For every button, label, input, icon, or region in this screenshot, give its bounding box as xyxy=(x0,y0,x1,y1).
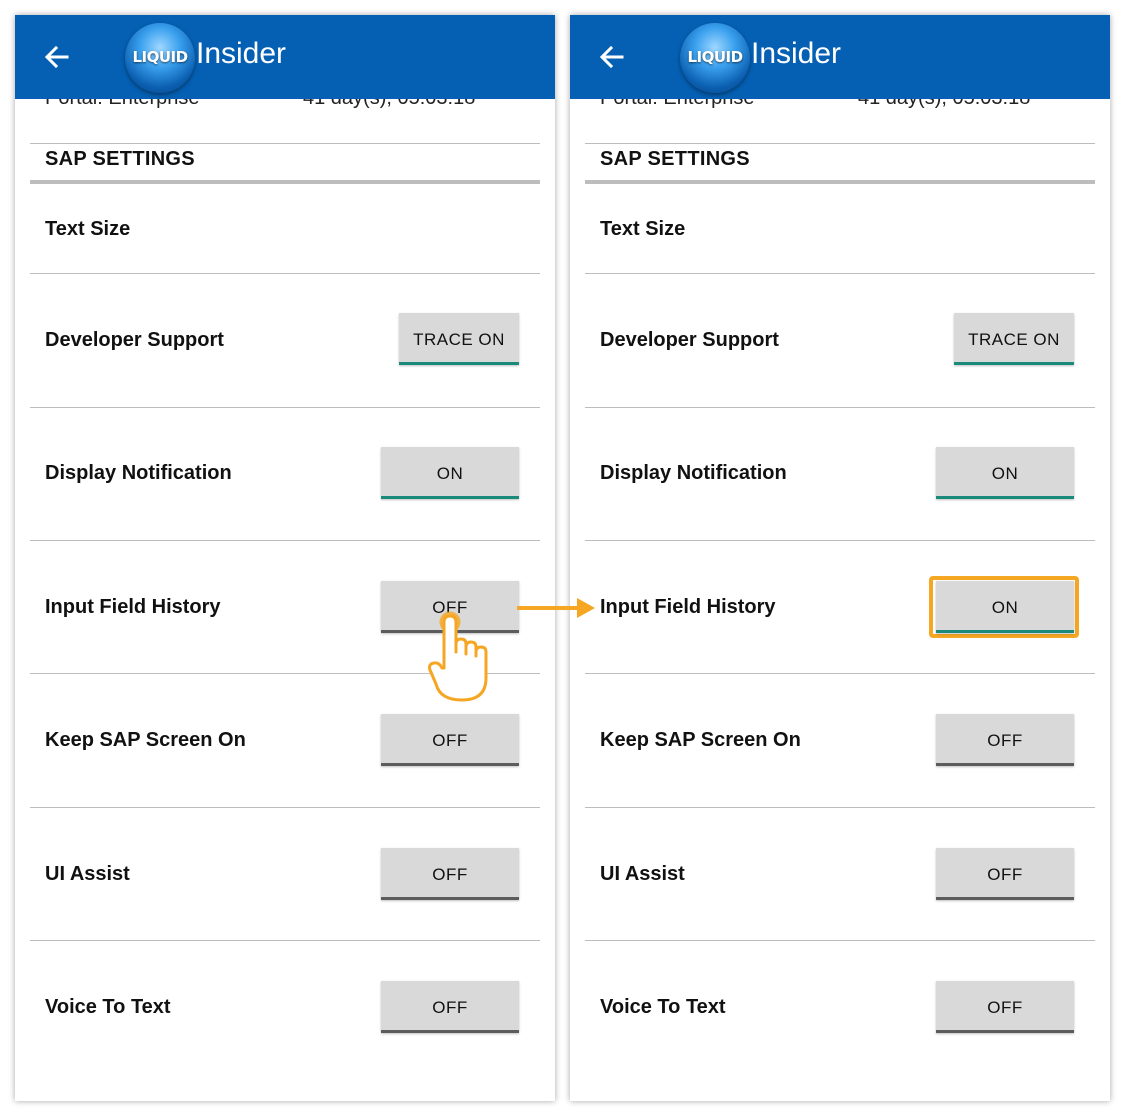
app-bar: LIQUID Insider xyxy=(570,15,1110,99)
keep-screen-on-toggle[interactable]: OFF xyxy=(936,714,1074,766)
divider xyxy=(585,143,1095,144)
keep-screen-on-toggle[interactable]: OFF xyxy=(381,714,519,766)
divider xyxy=(585,673,1095,674)
voice-to-text-label: Voice To Text xyxy=(45,996,171,1018)
display-notification-label: Display Notification xyxy=(600,462,787,484)
divider xyxy=(585,807,1095,808)
text-size-label[interactable]: Text Size xyxy=(600,218,685,241)
input-field-history-label: Input Field History xyxy=(600,596,776,618)
ui-assist-label: UI Assist xyxy=(45,863,130,885)
divider xyxy=(30,540,540,541)
section-divider xyxy=(30,180,540,184)
input-field-history-label: Input Field History xyxy=(45,596,221,618)
liquid-logo: LIQUID xyxy=(125,23,195,93)
hand-pointer-icon xyxy=(428,611,488,702)
developer-support-label: Developer Support xyxy=(600,329,779,351)
app-title: Insider xyxy=(196,37,287,70)
section-title: SAP SETTINGS xyxy=(600,148,750,170)
divider xyxy=(30,807,540,808)
screen-after: Portal: Enterprise 41 day(s), 05:03:18 S… xyxy=(570,15,1110,1101)
voice-to-text-toggle[interactable]: OFF xyxy=(936,981,1074,1033)
screen-before: Portal: Enterprise 41 day(s), 05:03:18 S… xyxy=(15,15,555,1101)
app-title: Insider xyxy=(751,37,842,70)
divider xyxy=(30,143,540,144)
divider xyxy=(585,273,1095,274)
display-notification-toggle[interactable]: ON xyxy=(381,447,519,499)
section-title: SAP SETTINGS xyxy=(45,148,195,170)
arrow-left-icon[interactable] xyxy=(598,43,626,71)
settings-content: Portal: Enterprise 41 day(s), 05:03:18 S… xyxy=(570,15,1110,1101)
settings-content: Portal: Enterprise 41 day(s), 05:03:18 S… xyxy=(15,15,555,1101)
developer-support-toggle[interactable]: TRACE ON xyxy=(954,313,1074,365)
app-bar: LIQUID Insider xyxy=(15,15,555,99)
arrow-left-icon[interactable] xyxy=(43,43,71,71)
developer-support-label: Developer Support xyxy=(45,329,224,351)
display-notification-toggle[interactable]: ON xyxy=(936,447,1074,499)
divider xyxy=(30,273,540,274)
ui-assist-toggle[interactable]: OFF xyxy=(936,848,1074,900)
divider xyxy=(30,940,540,941)
divider xyxy=(585,407,1095,408)
voice-to-text-toggle[interactable]: OFF xyxy=(381,981,519,1033)
keep-screen-on-label: Keep SAP Screen On xyxy=(45,729,246,751)
input-field-history-toggle[interactable]: ON xyxy=(936,581,1074,633)
section-divider xyxy=(585,180,1095,184)
divider xyxy=(585,940,1095,941)
arrow-right-icon xyxy=(517,598,595,618)
divider xyxy=(30,407,540,408)
liquid-logo: LIQUID xyxy=(680,23,750,93)
ui-assist-label: UI Assist xyxy=(600,863,685,885)
keep-screen-on-label: Keep SAP Screen On xyxy=(600,729,801,751)
text-size-label[interactable]: Text Size xyxy=(45,218,130,241)
display-notification-label: Display Notification xyxy=(45,462,232,484)
voice-to-text-label: Voice To Text xyxy=(600,996,726,1018)
ui-assist-toggle[interactable]: OFF xyxy=(381,848,519,900)
divider xyxy=(585,540,1095,541)
developer-support-toggle[interactable]: TRACE ON xyxy=(399,313,519,365)
